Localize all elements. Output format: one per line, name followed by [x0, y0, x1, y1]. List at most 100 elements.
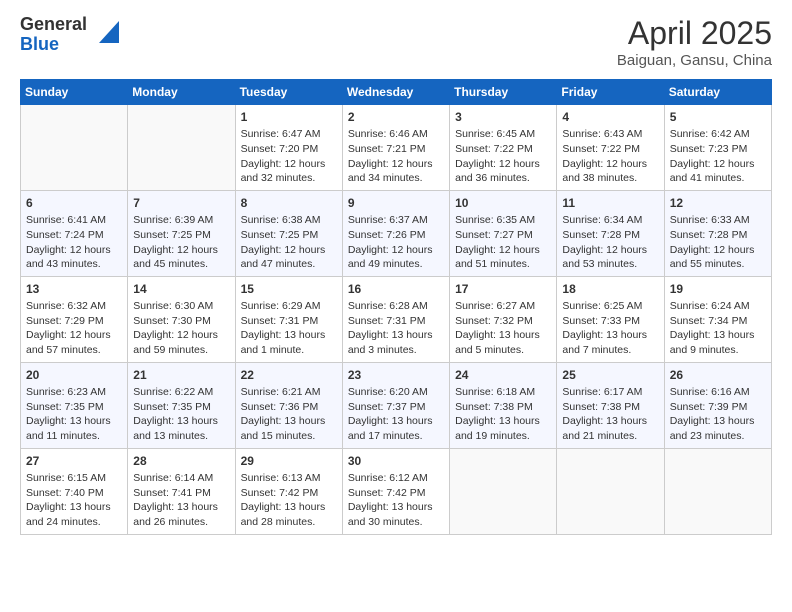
logo-blue: Blue	[20, 35, 87, 55]
table-row: 12Sunrise: 6:33 AM Sunset: 7:28 PM Dayli…	[664, 190, 771, 276]
day-info: Sunrise: 6:35 AM Sunset: 7:27 PM Dayligh…	[455, 213, 551, 272]
logo-general: General	[20, 15, 87, 35]
header-thursday: Thursday	[450, 80, 557, 105]
table-row: 11 Sunrise: 6:34 AM Sunset: 7:28 PM Dayli…	[557, 190, 664, 276]
day-info: Sunrise: 6:43 AM Sunset: 7:22 PM Dayligh…	[562, 127, 658, 186]
day-info: Sunrise: 6:20 AM Sunset: 7:37 PM Dayligh…	[348, 385, 444, 444]
day-info: Sunrise: 6:25 AM Sunset: 7:33 PM Dayligh…	[562, 299, 658, 358]
calendar-table: Sunday Monday Tuesday Wednesday Thursday…	[20, 79, 772, 535]
day-info: Sunrise: 6:27 AM Sunset: 7:32 PM Dayligh…	[455, 299, 551, 358]
table-row	[664, 448, 771, 534]
day-info: Sunrise: 6:46 AM Sunset: 7:21 PM Dayligh…	[348, 127, 444, 186]
table-row: 18 Sunrise: 6:25 AM Sunset: 7:33 PM Dayli…	[557, 276, 664, 362]
day-number: 23	[348, 367, 444, 383]
day-number: 26	[670, 367, 766, 383]
day-info: Sunrise: 6:39 AM Sunset: 7:25 PM Dayligh…	[133, 213, 229, 272]
table-row: 26 Sunrise: 6:16 AM Sunset: 7:39 PM Dayli…	[664, 362, 771, 448]
table-row	[128, 105, 235, 191]
day-info: Sunrise: 6:23 AM Sunset: 7:35 PM Dayligh…	[26, 385, 122, 444]
day-info: Sunrise: 6:32 AM Sunset: 7:29 PM Dayligh…	[26, 299, 122, 358]
page: General Blue April 2025 Baiguan, Gansu, …	[0, 0, 792, 612]
header-friday: Friday	[557, 80, 664, 105]
day-number: 27	[26, 453, 122, 469]
day-info: Sunrise: 6:12 AM Sunset: 7:42 PM Dayligh…	[348, 471, 444, 530]
table-row: 20 Sunrise: 6:23 AM Sunset: 7:35 PM Dayli…	[21, 362, 128, 448]
table-row: 16 Sunrise: 6:28 AM Sunset: 7:31 PM Dayli…	[342, 276, 449, 362]
logo-triangle-icon	[91, 21, 119, 49]
table-row: 1Sunrise: 6:47 AM Sunset: 7:20 PM Daylig…	[235, 105, 342, 191]
header-sunday: Sunday	[21, 80, 128, 105]
day-number: 8	[241, 195, 337, 211]
day-number: 16	[348, 281, 444, 297]
day-info: Sunrise: 6:45 AM Sunset: 7:22 PM Dayligh…	[455, 127, 551, 186]
day-number: 15	[241, 281, 337, 297]
table-row: 9 Sunrise: 6:37 AM Sunset: 7:26 PM Daylig…	[342, 190, 449, 276]
table-row: 2 Sunrise: 6:46 AM Sunset: 7:21 PM Daylig…	[342, 105, 449, 191]
table-row: 27 Sunrise: 6:15 AM Sunset: 7:40 PM Dayli…	[21, 448, 128, 534]
table-row: 14 Sunrise: 6:30 AM Sunset: 7:30 PM Dayli…	[128, 276, 235, 362]
table-row: 24Sunrise: 6:18 AM Sunset: 7:38 PM Dayli…	[450, 362, 557, 448]
day-info: Sunrise: 6:37 AM Sunset: 7:26 PM Dayligh…	[348, 213, 444, 272]
calendar-week-row: 6 Sunrise: 6:41 AM Sunset: 7:24 PM Daylig…	[21, 190, 772, 276]
day-number: 10	[455, 195, 551, 211]
day-number: 3	[455, 109, 551, 125]
table-row: 23 Sunrise: 6:20 AM Sunset: 7:37 PM Dayli…	[342, 362, 449, 448]
day-info: Sunrise: 6:17 AM Sunset: 7:38 PM Dayligh…	[562, 385, 658, 444]
day-info: Sunrise: 6:33 AM Sunset: 7:28 PM Dayligh…	[670, 213, 766, 272]
table-row: 10 Sunrise: 6:35 AM Sunset: 7:27 PM Dayli…	[450, 190, 557, 276]
day-number: 11	[562, 195, 658, 211]
table-row: 22Sunrise: 6:21 AM Sunset: 7:36 PM Dayli…	[235, 362, 342, 448]
day-number: 4	[562, 109, 658, 125]
day-number: 20	[26, 367, 122, 383]
day-info: Sunrise: 6:47 AM Sunset: 7:20 PM Dayligh…	[241, 127, 337, 186]
day-info: Sunrise: 6:14 AM Sunset: 7:41 PM Dayligh…	[133, 471, 229, 530]
calendar-week-row: 13Sunrise: 6:32 AM Sunset: 7:29 PM Dayli…	[21, 276, 772, 362]
header-wednesday: Wednesday	[342, 80, 449, 105]
logo-text: General Blue	[20, 15, 87, 55]
table-row: 3 Sunrise: 6:45 AM Sunset: 7:22 PM Daylig…	[450, 105, 557, 191]
table-row: 30 Sunrise: 6:12 AM Sunset: 7:42 PM Dayli…	[342, 448, 449, 534]
table-row: 17 Sunrise: 6:27 AM Sunset: 7:32 PM Dayli…	[450, 276, 557, 362]
table-row: 8 Sunrise: 6:38 AM Sunset: 7:25 PM Daylig…	[235, 190, 342, 276]
table-row: 7 Sunrise: 6:39 AM Sunset: 7:25 PM Daylig…	[128, 190, 235, 276]
day-number: 7	[133, 195, 229, 211]
table-row: 28 Sunrise: 6:14 AM Sunset: 7:41 PM Dayli…	[128, 448, 235, 534]
day-info: Sunrise: 6:16 AM Sunset: 7:39 PM Dayligh…	[670, 385, 766, 444]
day-info: Sunrise: 6:28 AM Sunset: 7:31 PM Dayligh…	[348, 299, 444, 358]
day-number: 9	[348, 195, 444, 211]
day-info: Sunrise: 6:18 AM Sunset: 7:38 PM Dayligh…	[455, 385, 551, 444]
day-info: Sunrise: 6:15 AM Sunset: 7:40 PM Dayligh…	[26, 471, 122, 530]
header: General Blue April 2025 Baiguan, Gansu, …	[20, 15, 772, 69]
day-info: Sunrise: 6:29 AM Sunset: 7:31 PM Dayligh…	[241, 299, 337, 358]
table-row: 25 Sunrise: 6:17 AM Sunset: 7:38 PM Dayli…	[557, 362, 664, 448]
day-info: Sunrise: 6:34 AM Sunset: 7:28 PM Dayligh…	[562, 213, 658, 272]
day-number: 17	[455, 281, 551, 297]
day-number: 28	[133, 453, 229, 469]
table-row: 6 Sunrise: 6:41 AM Sunset: 7:24 PM Daylig…	[21, 190, 128, 276]
day-info: Sunrise: 6:13 AM Sunset: 7:42 PM Dayligh…	[241, 471, 337, 530]
day-info: Sunrise: 6:41 AM Sunset: 7:24 PM Dayligh…	[26, 213, 122, 272]
table-row	[450, 448, 557, 534]
day-info: Sunrise: 6:24 AM Sunset: 7:34 PM Dayligh…	[670, 299, 766, 358]
day-number: 22	[241, 367, 337, 383]
day-number: 30	[348, 453, 444, 469]
table-row: 5Sunrise: 6:42 AM Sunset: 7:23 PM Daylig…	[664, 105, 771, 191]
day-number: 25	[562, 367, 658, 383]
day-number: 18	[562, 281, 658, 297]
title-block: April 2025 Baiguan, Gansu, China	[617, 15, 772, 69]
day-number: 29	[241, 453, 337, 469]
day-number: 21	[133, 367, 229, 383]
day-info: Sunrise: 6:30 AM Sunset: 7:30 PM Dayligh…	[133, 299, 229, 358]
location-subtitle: Baiguan, Gansu, China	[617, 52, 772, 69]
day-info: Sunrise: 6:38 AM Sunset: 7:25 PM Dayligh…	[241, 213, 337, 272]
table-row: 21Sunrise: 6:22 AM Sunset: 7:35 PM Dayli…	[128, 362, 235, 448]
calendar-week-row: 20 Sunrise: 6:23 AM Sunset: 7:35 PM Dayli…	[21, 362, 772, 448]
header-monday: Monday	[128, 80, 235, 105]
table-row	[557, 448, 664, 534]
day-number: 2	[348, 109, 444, 125]
table-row	[21, 105, 128, 191]
day-number: 14	[133, 281, 229, 297]
calendar-week-row: 1Sunrise: 6:47 AM Sunset: 7:20 PM Daylig…	[21, 105, 772, 191]
header-saturday: Saturday	[664, 80, 771, 105]
day-number: 6	[26, 195, 122, 211]
